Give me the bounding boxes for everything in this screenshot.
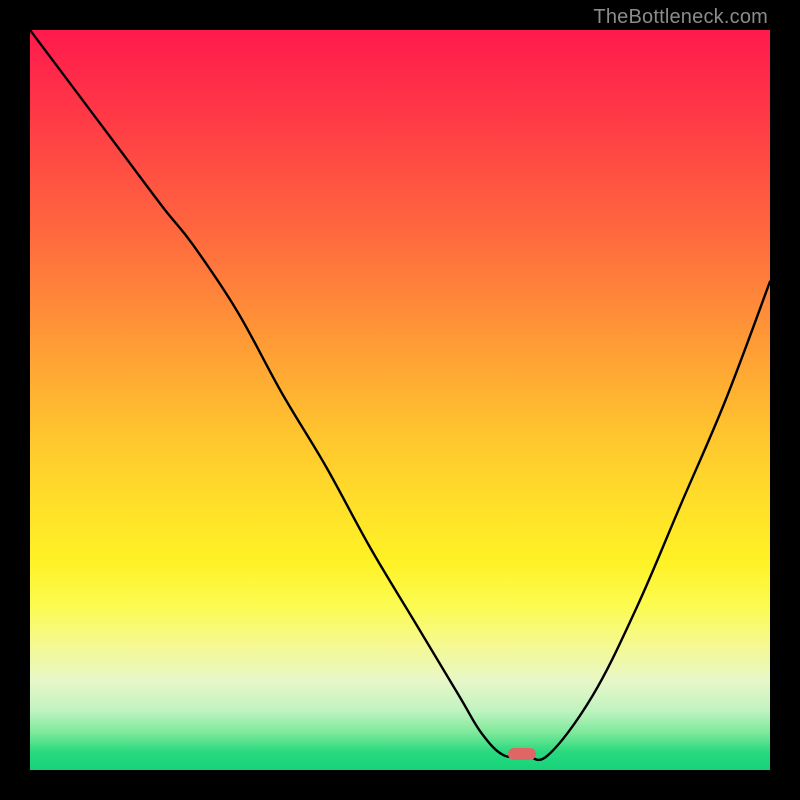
plot-area	[30, 30, 770, 770]
watermark-text: TheBottleneck.com	[593, 6, 768, 29]
curve-path	[30, 30, 770, 760]
bottleneck-curve	[30, 30, 770, 770]
optimal-marker	[508, 748, 536, 760]
chart-frame: TheBottleneck.com	[0, 0, 800, 800]
